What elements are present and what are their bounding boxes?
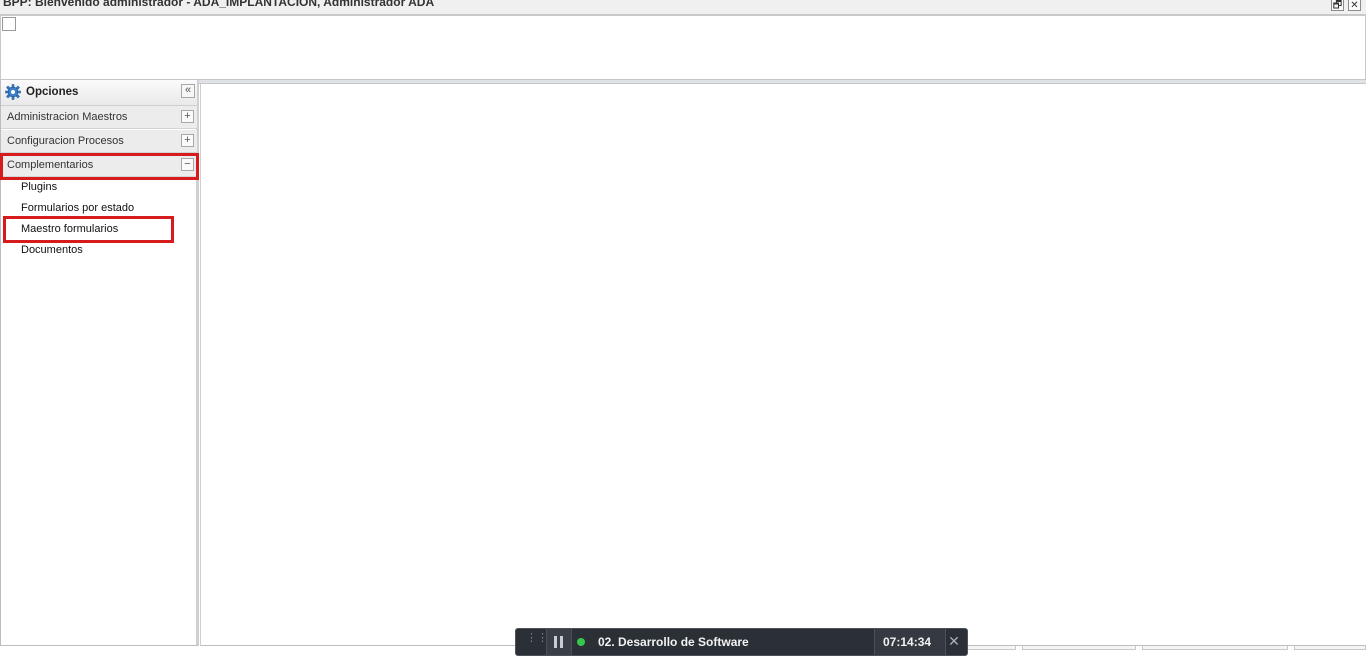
header-checkbox[interactable]: [2, 17, 16, 31]
section-configuracion-procesos[interactable]: Configuracion Procesos +: [1, 130, 197, 153]
recording-timer: 07:14:34: [883, 635, 932, 649]
expand-icon[interactable]: +: [181, 110, 194, 123]
menu-item-plugins[interactable]: Plugins: [21, 181, 57, 193]
main-content-area: [200, 84, 1366, 646]
expand-icon[interactable]: +: [181, 134, 194, 147]
sidebar-title: Opciones: [26, 86, 79, 98]
section-label: Administracion Maestros: [7, 111, 128, 123]
bottom-tab[interactable]: [1294, 646, 1366, 650]
recording-title: 02. Desarrollo de Software: [598, 635, 749, 649]
timer-box: 07:14:34: [874, 629, 946, 655]
close-window-button[interactable]: ✕: [1348, 0, 1361, 11]
bottom-tab[interactable]: [1022, 646, 1136, 650]
window-title: BPP: Bienvenido administrador - ADA_IMPL…: [3, 0, 435, 9]
pause-button[interactable]: [546, 629, 572, 655]
collapse-sidebar-button[interactable]: «: [181, 84, 195, 98]
header-panel: [0, 15, 1366, 80]
section-administracion-maestros[interactable]: Administracion Maestros +: [1, 106, 197, 129]
menu-item-maestro-formularios[interactable]: Maestro formularios: [21, 223, 118, 235]
section-complementarios[interactable]: Complementarios −: [1, 154, 197, 177]
recording-toolbar: ⋮⋮ 02. Desarrollo de Software 07:14:34 ✕: [515, 628, 968, 656]
bottom-tab[interactable]: [966, 646, 1016, 650]
menu-item-formularios-por-estado[interactable]: Formularios por estado: [21, 202, 134, 214]
drag-handle-icon[interactable]: ⋮⋮: [526, 633, 548, 650]
menu-item-documentos[interactable]: Documentos: [21, 244, 83, 256]
recording-status-icon: [577, 638, 585, 646]
section-label: Complementarios: [7, 159, 94, 171]
sidebar-header: Opciones «: [1, 80, 197, 106]
section-label: Configuracion Procesos: [7, 135, 124, 147]
options-sidebar: Opciones « Administracion Maestros + Con…: [0, 80, 199, 646]
collapse-icon[interactable]: −: [181, 158, 194, 171]
bottom-tab[interactable]: [1142, 646, 1288, 650]
restore-window-button[interactable]: 🗗: [1331, 0, 1344, 11]
gear-icon: [5, 84, 21, 100]
window-titlebar: BPP: Bienvenido administrador - ADA_IMPL…: [0, 0, 1366, 15]
close-recorder-button[interactable]: ✕: [946, 633, 962, 649]
